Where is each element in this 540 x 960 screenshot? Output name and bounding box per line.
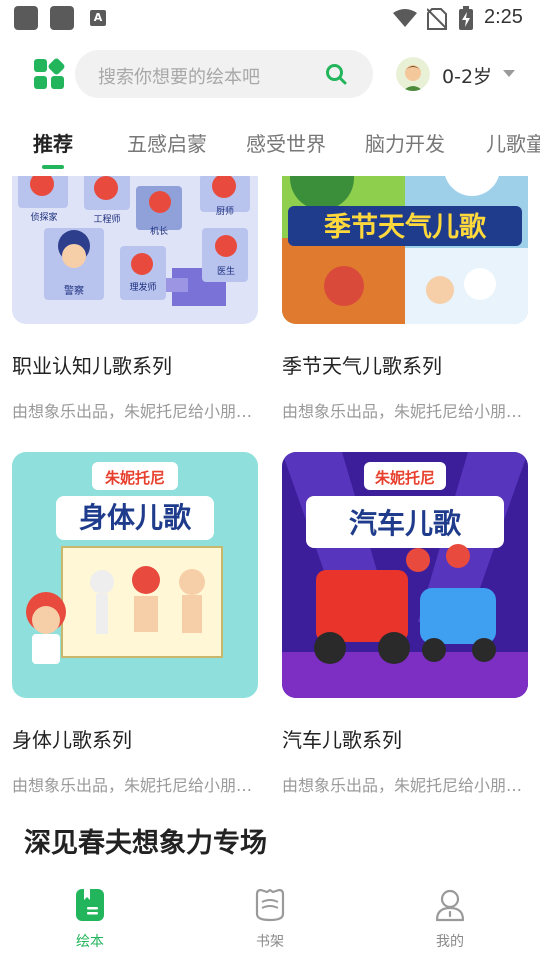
tab-feel-world[interactable]: 感受世界 bbox=[246, 128, 326, 157]
image-label: 厨师 bbox=[216, 205, 234, 217]
active-tab-indicator bbox=[42, 165, 64, 169]
card-title: 季节天气儿歌系列 bbox=[282, 354, 442, 378]
card-title: 职业认知儿歌系列 bbox=[12, 354, 172, 378]
age-selector[interactable]: 0-2岁 bbox=[442, 62, 492, 89]
nav-profile[interactable]: 我的 bbox=[400, 874, 500, 960]
card-seasons-weather[interactable]: 季节天气儿歌 季节天气儿歌系列 由想象乐出品，朱妮托尼给小朋友们带来的季节天气儿… bbox=[282, 176, 528, 421]
tab-brain-development[interactable]: 脑力开发 bbox=[365, 128, 445, 157]
image-label: 朱妮托尼 bbox=[375, 469, 435, 487]
card-title: 汽车儿歌系列 bbox=[282, 728, 402, 752]
app-notification-icon bbox=[14, 6, 38, 30]
image-label: 朱妮托尼 bbox=[105, 469, 165, 487]
card-cover-image: 朱妮托尼 汽车儿歌 bbox=[282, 452, 528, 698]
image-label: 侦探家 bbox=[30, 211, 57, 223]
card-cover-image: 季节天气儿歌 bbox=[282, 176, 528, 324]
image-label: 工程师 bbox=[93, 213, 120, 225]
bottom-navigation: 绘本 书架 我的 bbox=[0, 874, 540, 960]
image-label: 身体儿歌 bbox=[79, 501, 192, 534]
content-scroll[interactable]: 侦探家 工程师 机长 厨师 警察 理发师 医生 职业认知儿歌系列 由想象乐出品，… bbox=[0, 176, 540, 874]
image-label: 警察 bbox=[64, 284, 84, 297]
nav-label: 绘本 bbox=[76, 934, 104, 950]
bookshelf-icon bbox=[255, 888, 285, 922]
child-avatar[interactable] bbox=[396, 57, 430, 91]
card-subtitle: 由想象乐出品，朱妮托尼给小朋友们带来的职业认知儿歌 bbox=[12, 402, 258, 421]
no-sim-icon bbox=[427, 8, 447, 30]
card-subtitle: 由想象乐出品，朱妮托尼给小朋友们带来的汽车儿歌 bbox=[282, 776, 528, 795]
chevron-down-icon[interactable] bbox=[503, 70, 515, 77]
nav-bookshelf[interactable]: 书架 bbox=[220, 874, 320, 960]
picture-book-icon bbox=[76, 889, 104, 921]
card-body-songs[interactable]: 朱妮托尼 身体儿歌 身体儿歌系列 由想象乐出品，朱妮托尼给小朋友们带来的身体儿歌 bbox=[12, 452, 258, 796]
card-subtitle: 由想象乐出品，朱妮托尼给小朋友们带来的季节天气儿歌 bbox=[282, 402, 528, 421]
image-label: 理发师 bbox=[129, 281, 156, 293]
search-placeholder: 搜索你想要的绘本吧 bbox=[98, 67, 260, 88]
grid-icon[interactable] bbox=[33, 58, 65, 90]
nav-label: 书架 bbox=[256, 934, 284, 950]
card-car-songs[interactable]: 朱妮托尼 汽车儿歌 汽车儿歌系列 由想象乐出品，朱妮托尼给小朋友们带来的汽车儿歌 bbox=[282, 452, 528, 796]
profile-icon bbox=[435, 889, 465, 922]
section-title: 深见春夫想象力专场 bbox=[24, 828, 267, 859]
clock: 2:25 bbox=[484, 6, 523, 28]
card-cover-image: 侦探家 工程师 机长 厨师 警察 理发师 医生 bbox=[12, 176, 258, 324]
app-notification-icon bbox=[50, 6, 74, 30]
card-title: 身体儿歌系列 bbox=[12, 728, 132, 752]
nav-label: 我的 bbox=[436, 934, 464, 950]
battery-charging-icon bbox=[459, 6, 473, 30]
card-cover-image: 朱妮托尼 身体儿歌 bbox=[12, 452, 258, 698]
category-tabs: 推荐 五感启蒙 感受世界 脑力开发 儿歌童谣 bbox=[0, 128, 540, 169]
image-label: 季节天气儿歌 bbox=[324, 212, 487, 243]
image-label: 医生 bbox=[217, 265, 235, 277]
a-icon: A bbox=[90, 10, 106, 26]
image-label: 机长 bbox=[150, 225, 168, 237]
image-label: 汽车儿歌 bbox=[349, 507, 462, 540]
search-input[interactable]: 搜索你想要的绘本吧 bbox=[75, 50, 373, 98]
nav-picture-books[interactable]: 绘本 bbox=[40, 874, 140, 960]
wifi-icon bbox=[393, 9, 417, 27]
tab-recommend[interactable]: 推荐 bbox=[33, 128, 73, 157]
card-subtitle: 由想象乐出品，朱妮托尼给小朋友们带来的身体儿歌 bbox=[12, 776, 258, 795]
tab-five-senses[interactable]: 五感启蒙 bbox=[127, 128, 207, 157]
tab-nursery-rhymes[interactable]: 儿歌童谣 bbox=[486, 128, 540, 157]
status-bar: A 2:25 bbox=[0, 0, 540, 36]
card-occupations[interactable]: 侦探家 工程师 机长 厨师 警察 理发师 医生 职业认知儿歌系列 由想象乐出品，… bbox=[12, 176, 258, 421]
search-icon[interactable] bbox=[325, 63, 347, 85]
